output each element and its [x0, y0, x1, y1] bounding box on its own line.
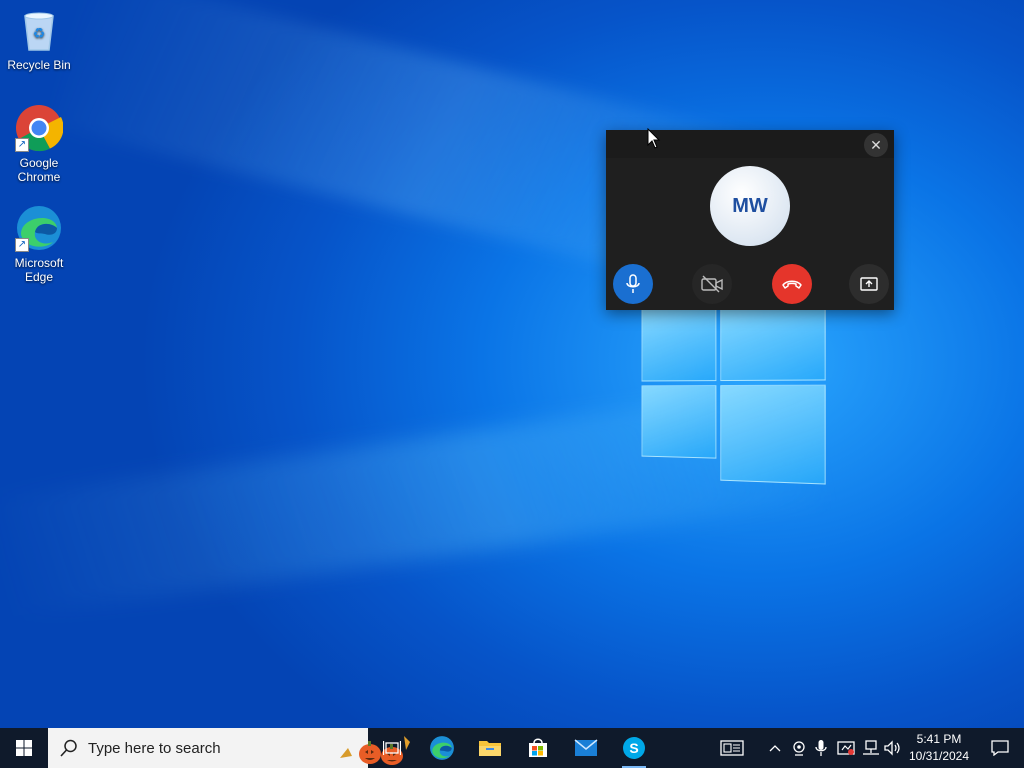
- tray-network-button[interactable]: [860, 728, 882, 768]
- folder-icon: [479, 741, 501, 756]
- taskbar-edge-button[interactable]: [418, 728, 466, 768]
- notification-icon: [991, 740, 1009, 756]
- taskbar-mail-button[interactable]: [562, 728, 610, 768]
- svg-text:S: S: [629, 740, 638, 756]
- taskbar-clock[interactable]: 5:41 PM 10/31/2024: [906, 731, 972, 765]
- mail-icon: [574, 739, 598, 756]
- chevron-up-icon: [769, 745, 781, 752]
- tray-webcam-button[interactable]: [788, 728, 810, 768]
- taskbar-search-box[interactable]: Type here to search: [48, 728, 410, 768]
- hang-up-button[interactable]: [772, 264, 812, 304]
- desktop-icon-label: Edge: [24, 270, 54, 284]
- toggle-video-button[interactable]: [692, 264, 732, 304]
- search-placeholder: Type here to search: [88, 740, 221, 757]
- start-button[interactable]: [0, 728, 48, 768]
- skype-call-window[interactable]: ✕ MW: [606, 130, 894, 310]
- desktop-icon-label: Google: [19, 156, 59, 170]
- taskbar-store-button[interactable]: [514, 728, 562, 768]
- tray-microphone-button[interactable]: [810, 728, 832, 768]
- phone-hangup-icon: [782, 280, 802, 289]
- taskbar-task-view-button[interactable]: [368, 728, 416, 768]
- tray-security-button[interactable]: [834, 728, 858, 768]
- security-icon: [837, 741, 855, 755]
- windows-start-icon: [16, 740, 32, 756]
- news-icon: [720, 740, 744, 756]
- taskbar-skype-button[interactable]: S: [610, 728, 658, 768]
- svg-text:♻: ♻: [33, 25, 46, 41]
- tray-volume-button[interactable]: [882, 728, 904, 768]
- task-view-icon: [383, 741, 401, 755]
- caller-avatar: MW: [710, 166, 790, 246]
- share-screen-icon: [860, 277, 878, 291]
- tray-news-button[interactable]: [712, 728, 752, 768]
- search-icon: [60, 739, 77, 757]
- desktop-icon-recycle-bin[interactable]: ♻ Recycle Bin: [4, 6, 74, 72]
- desktop-icon-label: Recycle Bin: [7, 58, 71, 72]
- microphone-icon: [815, 740, 827, 756]
- mute-microphone-button[interactable]: [613, 264, 653, 304]
- chrome-icon: ↗: [15, 104, 64, 152]
- video-off-icon: [701, 275, 723, 293]
- edge-icon: ↗: [15, 204, 63, 252]
- desktop-icon-label: Microsoft: [14, 256, 64, 270]
- desktop-icon-microsoft-edge[interactable]: ↗ Microsoft Edge: [4, 204, 74, 284]
- network-icon: [863, 740, 879, 755]
- close-button[interactable]: ✕: [864, 133, 888, 157]
- clock-time: 5:41 PM: [916, 732, 962, 746]
- wallpaper-windows-logo: [641, 301, 826, 486]
- webcam-icon: [793, 741, 805, 756]
- microphone-icon: [626, 274, 640, 293]
- share-screen-button[interactable]: [849, 264, 889, 304]
- store-icon: [529, 738, 547, 757]
- tray-show-hidden-button[interactable]: [764, 728, 786, 768]
- edge-icon: [430, 736, 454, 760]
- action-center-button[interactable]: [976, 728, 1024, 768]
- mouse-cursor-icon: [647, 128, 661, 149]
- taskbar: Type here to search S 5:41 PM 10/31/2024: [0, 728, 1024, 768]
- taskbar-file-explorer-button[interactable]: [466, 728, 514, 768]
- volume-icon: [884, 740, 900, 756]
- clock-date: 10/31/2024: [908, 749, 970, 763]
- skype-icon: S: [623, 737, 645, 759]
- close-icon: ✕: [870, 137, 882, 153]
- desktop-icon-label: Chrome: [17, 170, 61, 184]
- recycle-bin-icon: ♻: [15, 6, 63, 54]
- desktop-icon-google-chrome[interactable]: ↗ Google Chrome: [4, 104, 74, 184]
